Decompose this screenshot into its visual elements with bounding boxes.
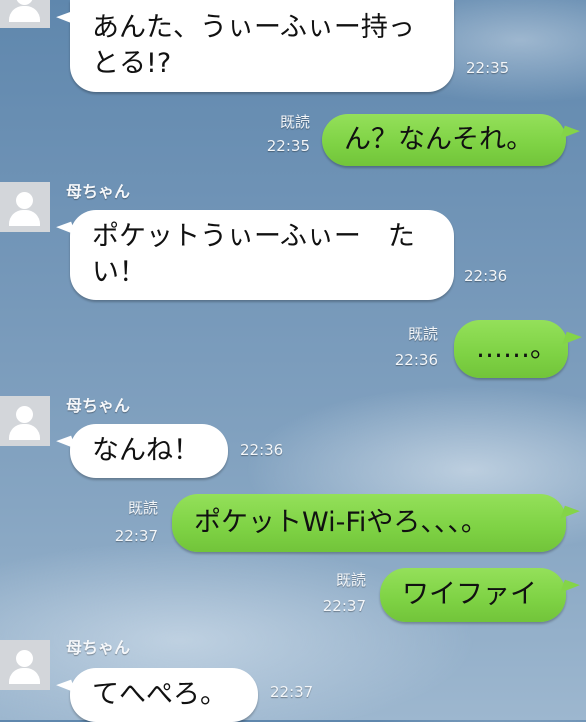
outgoing-bubble[interactable]: ポケットWi-Fiやろ、、、。 bbox=[172, 494, 566, 552]
avatar[interactable] bbox=[0, 182, 50, 232]
message-text-line: あんた、うぃーふぃー持っ bbox=[92, 12, 415, 43]
avatar[interactable] bbox=[0, 640, 50, 690]
message-text-line: とる!? bbox=[92, 48, 172, 79]
message-text-line: ポケットうぃーふぃー た bbox=[92, 221, 415, 252]
incoming-bubble[interactable]: ポケットうぃーふぃー た い！ bbox=[70, 210, 454, 300]
avatar[interactable] bbox=[0, 0, 50, 28]
sender-name: 母ちゃん bbox=[66, 182, 131, 201]
outgoing-bubble[interactable]: ん？なんそれ。 bbox=[322, 114, 566, 166]
timestamp: 22:35 bbox=[466, 59, 510, 77]
avatar-person-icon bbox=[16, 192, 33, 209]
outgoing-bubble[interactable]: ……。 bbox=[454, 320, 568, 378]
message-text-line: い！ bbox=[92, 257, 146, 288]
timestamp: 22:36 bbox=[394, 351, 438, 369]
sender-name: 母ちゃん bbox=[66, 638, 131, 657]
timestamp: 22:37 bbox=[270, 683, 314, 701]
incoming-bubble[interactable]: なんね！ bbox=[70, 424, 228, 478]
timestamp: 22:37 bbox=[322, 597, 366, 615]
outgoing-bubble[interactable]: ワイファイ bbox=[380, 568, 566, 622]
avatar[interactable] bbox=[0, 396, 50, 446]
avatar-person-icon bbox=[16, 406, 33, 423]
timestamp: 22:37 bbox=[114, 527, 158, 545]
timestamp: 22:36 bbox=[464, 267, 508, 285]
read-receipt: 既読 bbox=[335, 571, 366, 589]
incoming-bubble[interactable]: あんた、うぃーふぃー持っ とる!? bbox=[70, 0, 454, 92]
read-receipt: 既読 bbox=[127, 499, 158, 517]
incoming-bubble[interactable]: てへぺろ。 bbox=[70, 668, 258, 722]
read-receipt: 既読 bbox=[407, 325, 438, 343]
read-receipt: 既読 bbox=[279, 113, 310, 131]
avatar-person-icon bbox=[16, 0, 33, 5]
timestamp: 22:35 bbox=[266, 137, 310, 155]
avatar-person-icon bbox=[16, 650, 33, 667]
timestamp: 22:36 bbox=[240, 441, 284, 459]
sender-name: 母ちゃん bbox=[66, 396, 131, 415]
